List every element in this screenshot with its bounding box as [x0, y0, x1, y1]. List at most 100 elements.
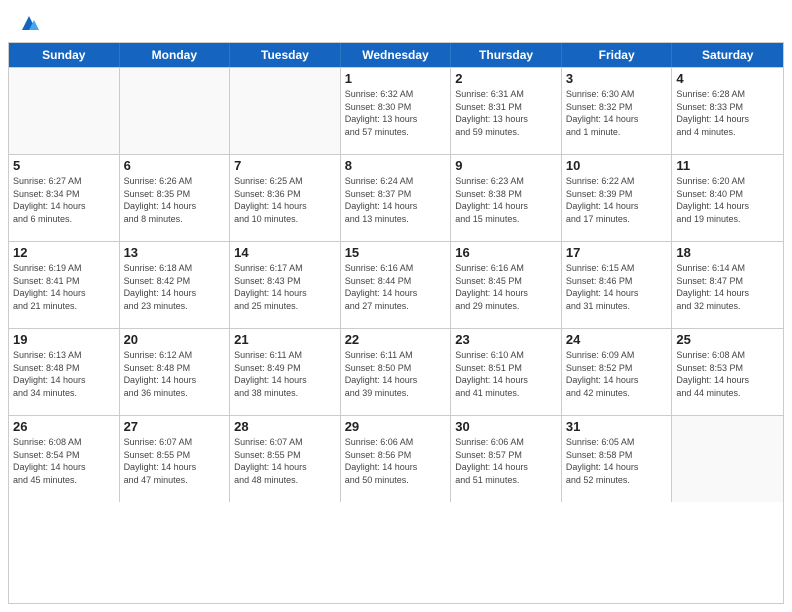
day-number: 11 [676, 158, 779, 173]
calendar-cell: 1 Sunrise: 6:32 AM Sunset: 8:30 PM Daylig… [341, 68, 452, 154]
day-number: 26 [13, 419, 115, 434]
page: SundayMondayTuesdayWednesdayThursdayFrid… [0, 0, 792, 612]
day-info: Sunrise: 6:26 AM Sunset: 8:35 PM Dayligh… [124, 175, 226, 225]
calendar-cell: 28 Sunrise: 6:07 AM Sunset: 8:55 PM Dayli… [230, 416, 341, 502]
day-number: 5 [13, 158, 115, 173]
day-number: 2 [455, 71, 557, 86]
day-number: 9 [455, 158, 557, 173]
day-info: Sunrise: 6:28 AM Sunset: 8:33 PM Dayligh… [676, 88, 779, 138]
calendar-cell: 17 Sunrise: 6:15 AM Sunset: 8:46 PM Dayli… [562, 242, 673, 328]
calendar-cell: 4 Sunrise: 6:28 AM Sunset: 8:33 PM Daylig… [672, 68, 783, 154]
day-number: 10 [566, 158, 668, 173]
weekday-header-monday: Monday [120, 43, 231, 67]
day-number: 22 [345, 332, 447, 347]
calendar-header: SundayMondayTuesdayWednesdayThursdayFrid… [9, 43, 783, 67]
day-number: 8 [345, 158, 447, 173]
weekday-header-thursday: Thursday [451, 43, 562, 67]
calendar-cell: 10 Sunrise: 6:22 AM Sunset: 8:39 PM Dayli… [562, 155, 673, 241]
day-info: Sunrise: 6:32 AM Sunset: 8:30 PM Dayligh… [345, 88, 447, 138]
calendar-cell: 20 Sunrise: 6:12 AM Sunset: 8:48 PM Dayli… [120, 329, 231, 415]
logo [16, 12, 40, 34]
weekday-header-wednesday: Wednesday [341, 43, 452, 67]
day-info: Sunrise: 6:11 AM Sunset: 8:50 PM Dayligh… [345, 349, 447, 399]
day-info: Sunrise: 6:27 AM Sunset: 8:34 PM Dayligh… [13, 175, 115, 225]
calendar-cell: 14Sunrise: 6:17 AM Sunset: 8:43 PM Dayli… [230, 242, 341, 328]
day-info: Sunrise: 6:12 AM Sunset: 8:48 PM Dayligh… [124, 349, 226, 399]
header [0, 0, 792, 42]
calendar-cell: 24 Sunrise: 6:09 AM Sunset: 8:52 PM Dayli… [562, 329, 673, 415]
day-number: 24 [566, 332, 668, 347]
day-number: 30 [455, 419, 557, 434]
day-number: 15 [345, 245, 447, 260]
calendar-cell: 16 Sunrise: 6:16 AM Sunset: 8:45 PM Dayli… [451, 242, 562, 328]
day-number: 14 [234, 245, 336, 260]
calendar-cell: 18 Sunrise: 6:14 AM Sunset: 8:47 PM Dayli… [672, 242, 783, 328]
day-info: Sunrise: 6:19 AM Sunset: 8:41 PM Dayligh… [13, 262, 115, 312]
day-number: 1 [345, 71, 447, 86]
day-number: 6 [124, 158, 226, 173]
day-number: 23 [455, 332, 557, 347]
day-info: Sunrise: 6:14 AM Sunset: 8:47 PM Dayligh… [676, 262, 779, 312]
day-info: Sunrise: 6:08 AM Sunset: 8:54 PM Dayligh… [13, 436, 115, 486]
calendar-cell: 12 Sunrise: 6:19 AM Sunset: 8:41 PM Dayli… [9, 242, 120, 328]
day-number: 13 [124, 245, 226, 260]
calendar-cell [9, 68, 120, 154]
calendar-cell: 19Sunrise: 6:13 AM Sunset: 8:48 PM Dayli… [9, 329, 120, 415]
day-number: 27 [124, 419, 226, 434]
calendar-cell: 30Sunrise: 6:06 AM Sunset: 8:57 PM Dayli… [451, 416, 562, 502]
day-info: Sunrise: 6:30 AM Sunset: 8:32 PM Dayligh… [566, 88, 668, 138]
day-number: 4 [676, 71, 779, 86]
day-info: Sunrise: 6:15 AM Sunset: 8:46 PM Dayligh… [566, 262, 668, 312]
day-info: Sunrise: 6:13 AM Sunset: 8:48 PM Dayligh… [13, 349, 115, 399]
weekday-header-friday: Friday [562, 43, 673, 67]
calendar-cell: 23 Sunrise: 6:10 AM Sunset: 8:51 PM Dayli… [451, 329, 562, 415]
calendar-cell: 7Sunrise: 6:25 AM Sunset: 8:36 PM Daylig… [230, 155, 341, 241]
day-info: Sunrise: 6:24 AM Sunset: 8:37 PM Dayligh… [345, 175, 447, 225]
day-info: Sunrise: 6:16 AM Sunset: 8:45 PM Dayligh… [455, 262, 557, 312]
calendar-cell: 26 Sunrise: 6:08 AM Sunset: 8:54 PM Dayli… [9, 416, 120, 502]
day-info: Sunrise: 6:31 AM Sunset: 8:31 PM Dayligh… [455, 88, 557, 138]
weekday-header-sunday: Sunday [9, 43, 120, 67]
calendar-row-2: 5 Sunrise: 6:27 AM Sunset: 8:34 PM Daylig… [9, 154, 783, 241]
calendar-cell: 27 Sunrise: 6:07 AM Sunset: 8:55 PM Dayli… [120, 416, 231, 502]
day-number: 21 [234, 332, 336, 347]
calendar: SundayMondayTuesdayWednesdayThursdayFrid… [8, 42, 784, 604]
day-info: Sunrise: 6:08 AM Sunset: 8:53 PM Dayligh… [676, 349, 779, 399]
day-info: Sunrise: 6:11 AM Sunset: 8:49 PM Dayligh… [234, 349, 336, 399]
day-info: Sunrise: 6:20 AM Sunset: 8:40 PM Dayligh… [676, 175, 779, 225]
calendar-cell: 22 Sunrise: 6:11 AM Sunset: 8:50 PM Dayli… [341, 329, 452, 415]
calendar-cell: 15Sunrise: 6:16 AM Sunset: 8:44 PM Dayli… [341, 242, 452, 328]
day-number: 20 [124, 332, 226, 347]
calendar-cell: 3 Sunrise: 6:30 AM Sunset: 8:32 PM Daylig… [562, 68, 673, 154]
calendar-cell: 5 Sunrise: 6:27 AM Sunset: 8:34 PM Daylig… [9, 155, 120, 241]
calendar-cell: 2 Sunrise: 6:31 AM Sunset: 8:31 PM Daylig… [451, 68, 562, 154]
calendar-row-1: 1 Sunrise: 6:32 AM Sunset: 8:30 PM Daylig… [9, 67, 783, 154]
day-number: 7 [234, 158, 336, 173]
calendar-cell [230, 68, 341, 154]
logo-icon [18, 12, 40, 34]
calendar-cell: 8 Sunrise: 6:24 AM Sunset: 8:37 PM Daylig… [341, 155, 452, 241]
day-info: Sunrise: 6:05 AM Sunset: 8:58 PM Dayligh… [566, 436, 668, 486]
calendar-cell: 25 Sunrise: 6:08 AM Sunset: 8:53 PM Dayli… [672, 329, 783, 415]
day-info: Sunrise: 6:09 AM Sunset: 8:52 PM Dayligh… [566, 349, 668, 399]
calendar-cell: 11 Sunrise: 6:20 AM Sunset: 8:40 PM Dayli… [672, 155, 783, 241]
weekday-header-tuesday: Tuesday [230, 43, 341, 67]
calendar-row-4: 19Sunrise: 6:13 AM Sunset: 8:48 PM Dayli… [9, 328, 783, 415]
day-number: 25 [676, 332, 779, 347]
calendar-cell: 6 Sunrise: 6:26 AM Sunset: 8:35 PM Daylig… [120, 155, 231, 241]
weekday-header-saturday: Saturday [672, 43, 783, 67]
calendar-cell: 9Sunrise: 6:23 AM Sunset: 8:38 PM Daylig… [451, 155, 562, 241]
day-info: Sunrise: 6:07 AM Sunset: 8:55 PM Dayligh… [234, 436, 336, 486]
day-info: Sunrise: 6:07 AM Sunset: 8:55 PM Dayligh… [124, 436, 226, 486]
calendar-cell [120, 68, 231, 154]
day-number: 17 [566, 245, 668, 260]
day-number: 16 [455, 245, 557, 260]
day-info: Sunrise: 6:10 AM Sunset: 8:51 PM Dayligh… [455, 349, 557, 399]
day-info: Sunrise: 6:22 AM Sunset: 8:39 PM Dayligh… [566, 175, 668, 225]
day-number: 18 [676, 245, 779, 260]
day-number: 31 [566, 419, 668, 434]
day-number: 28 [234, 419, 336, 434]
day-number: 12 [13, 245, 115, 260]
day-number: 3 [566, 71, 668, 86]
day-number: 29 [345, 419, 447, 434]
